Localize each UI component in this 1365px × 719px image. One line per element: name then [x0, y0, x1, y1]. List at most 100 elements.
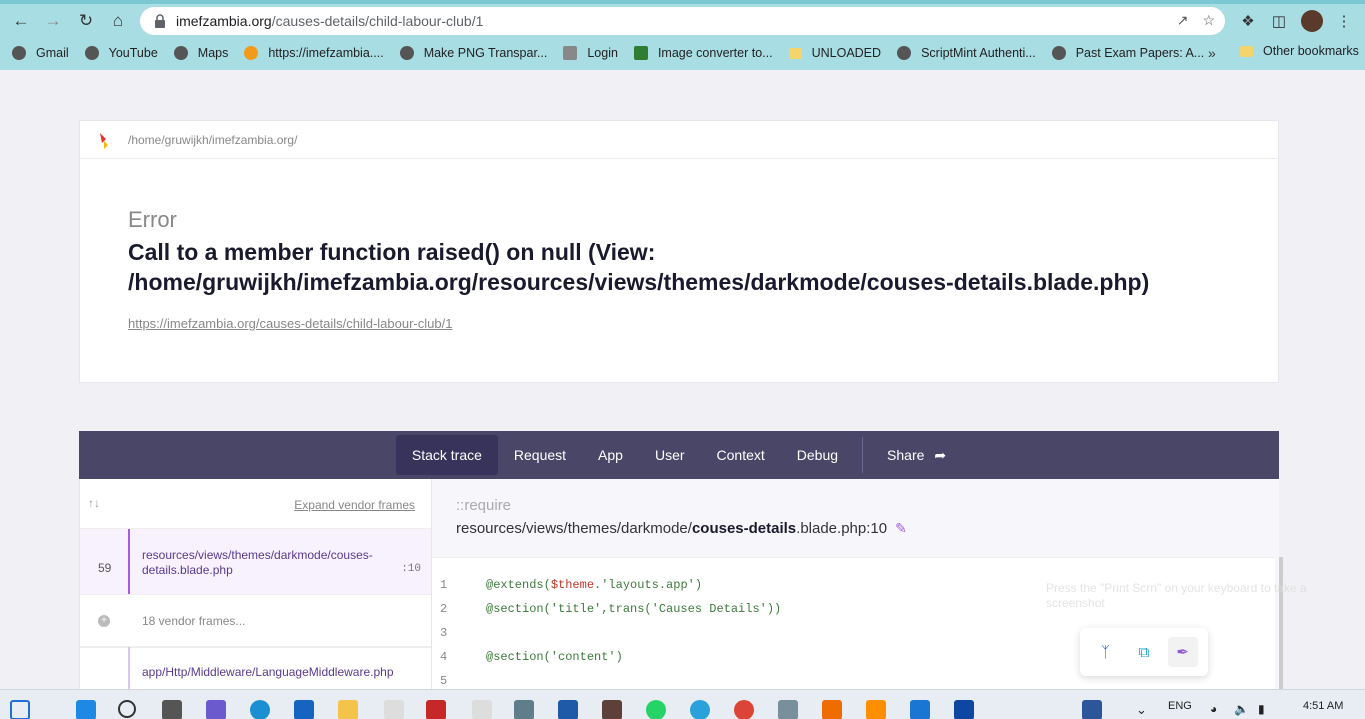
word-icon[interactable] [1082, 700, 1102, 719]
bluetooth-icon[interactable]: ᛉ [1090, 637, 1120, 667]
site-icon [633, 46, 648, 60]
extensions-icon[interactable]: ❖ [1237, 10, 1259, 32]
line-number: 3 [440, 626, 448, 640]
vendor-frames-label: 18 vendor frames... [142, 614, 246, 628]
bookmark-imefzambia[interactable]: https://imefzambia.... [244, 46, 384, 60]
frame-nav-arrows-icon[interactable]: ↑↓ [88, 496, 100, 510]
tool-icon[interactable] [778, 700, 798, 719]
bookmark-label: Maps [197, 46, 229, 60]
address-bar[interactable]: imefzambia.org/causes-details/child-labo… [140, 7, 1225, 35]
site-icon [563, 46, 578, 60]
task-view-icon[interactable] [162, 700, 182, 719]
screenshot-hint: Press the "Print Scrn" on your keyboard … [1046, 581, 1307, 610]
back-icon[interactable]: ← [10, 10, 32, 32]
bookmark-youtube[interactable]: YouTube [84, 46, 158, 60]
clock[interactable]: 4:51 AM [1303, 700, 1343, 712]
side-panel-icon[interactable]: ◫ [1268, 10, 1290, 32]
tab-strip-edge [0, 0, 1365, 4]
code-segment: .'layouts.app') [594, 578, 703, 592]
vscode-icon[interactable] [558, 700, 578, 719]
search-icon[interactable] [118, 700, 136, 718]
app-icon[interactable] [602, 700, 622, 719]
tab-user[interactable]: User [639, 435, 701, 475]
folder-icon [1240, 45, 1253, 57]
globe-icon [897, 46, 912, 60]
bookmark-unloaded[interactable]: UNLOADED [788, 46, 881, 60]
notepad-icon[interactable] [384, 700, 404, 719]
bookmark-png[interactable]: Make PNG Transpar... [399, 46, 547, 60]
bookmark-gmail[interactable]: Gmail [12, 46, 69, 60]
bookmark-star-icon[interactable]: ☆ [1202, 12, 1215, 29]
pen-icon[interactable]: ✒ [1167, 637, 1198, 667]
remote-icon[interactable] [514, 700, 534, 719]
bookmark-image-converter[interactable]: Image converter to... [633, 46, 773, 60]
url-path: /causes-details/child-labour-club/1 [271, 13, 484, 29]
document-icon[interactable] [472, 700, 492, 719]
battery-icon[interactable]: ▮ [1258, 702, 1265, 716]
frame-row-active[interactable]: 59 resources/views/themes/darkmode/couse… [80, 529, 431, 595]
line-number: 2 [440, 602, 448, 616]
expand-vendor-frames-link[interactable]: Expand vendor frames [294, 498, 415, 512]
tab-request[interactable]: Request [498, 435, 582, 475]
frame-row[interactable]: app/Http/Middleware/LanguageMiddleware.p… [80, 647, 431, 697]
code-variable: $theme [550, 578, 595, 592]
tab-stack-trace[interactable]: Stack trace [395, 435, 498, 475]
url-host: imefzambia.org [176, 13, 272, 29]
error-label: Error [128, 207, 177, 232]
forward-icon[interactable]: → [42, 10, 64, 32]
tab-debug[interactable]: Debug [781, 435, 854, 475]
whatsapp-icon[interactable] [646, 700, 666, 719]
file-prefix: resources/views/themes/darkmode/ [456, 520, 692, 537]
frame-file: resources/views/themes/darkmode/couses-d… [142, 548, 373, 577]
telegram-icon[interactable] [690, 700, 710, 719]
wifi-icon[interactable]: ◕ [1210, 702, 1217, 716]
bookmark-label: https://imefzambia.... [268, 46, 384, 60]
screen-capture-icon[interactable]: ⧉ [1129, 637, 1159, 667]
pencil-icon[interactable]: ✎ [895, 520, 907, 536]
filezilla-icon[interactable] [426, 700, 446, 719]
chat-icon[interactable] [206, 700, 226, 719]
volume-icon[interactable]: 🔈 [1234, 702, 1249, 716]
media-icon[interactable] [866, 700, 886, 719]
bookmark-past-exam[interactable]: Past Exam Papers: A... [1051, 46, 1204, 60]
powershell-icon[interactable] [910, 700, 930, 719]
plus-icon: + [98, 615, 110, 627]
chrome-icon[interactable] [734, 700, 754, 719]
start-icon[interactable] [76, 700, 96, 719]
bookmarks-overflow-button[interactable]: » [1208, 45, 1216, 61]
share-page-icon[interactable]: ↗ [1177, 12, 1189, 29]
bookmark-login[interactable]: Login [563, 46, 618, 60]
bookmark-scriptmint[interactable]: ScriptMint Authenti... [897, 46, 1036, 60]
ignition-logo-icon [100, 132, 108, 149]
chevron-up-icon[interactable]: ⌄ [1136, 702, 1147, 718]
bookmark-label: Gmail [36, 46, 69, 60]
edge-icon[interactable] [250, 700, 270, 719]
menu-kebab-icon[interactable]: ⋮ [1333, 10, 1355, 32]
code-scrollbar[interactable] [1279, 557, 1283, 689]
store-icon[interactable] [294, 700, 314, 719]
other-bookmarks[interactable]: Other bookmarks [1240, 44, 1359, 58]
bookmark-label: ScriptMint Authenti... [921, 46, 1036, 60]
language-indicator[interactable]: ENG [1168, 700, 1192, 712]
tab-context[interactable]: Context [701, 435, 781, 475]
error-card: /home/gruwijkh/imefzambia.org/ Error Cal… [79, 120, 1279, 383]
file-explorer-icon[interactable] [338, 700, 358, 719]
profile-avatar[interactable] [1301, 10, 1323, 32]
reload-icon[interactable]: ↻ [75, 10, 97, 32]
xampp-icon[interactable] [822, 700, 842, 719]
home-icon[interactable]: ⌂ [107, 10, 129, 32]
code-text: @section('title',trans('Causes Details')… [486, 602, 782, 616]
mail-icon[interactable] [954, 700, 974, 719]
vendor-frames-row[interactable]: + 18 vendor frames... [80, 595, 431, 647]
frame-file: app/Http/Middleware/LanguageMiddleware.p… [142, 665, 394, 679]
share-button[interactable]: Share ➦ [871, 435, 962, 475]
widgets-icon[interactable] [10, 700, 30, 719]
file-name: couses-details [691, 520, 797, 537]
request-url-link[interactable]: https://imefzambia.org/causes-details/ch… [128, 316, 452, 331]
tab-app[interactable]: App [582, 435, 639, 475]
bookmark-label: Login [587, 46, 618, 60]
bookmark-maps[interactable]: Maps [173, 46, 229, 60]
globe-icon [12, 46, 26, 60]
tray-popup: ᛉ ⧉ ✒ [1080, 628, 1208, 676]
bookmarks-bar: Gmail YouTube Maps https://imefzambia...… [0, 40, 1365, 66]
